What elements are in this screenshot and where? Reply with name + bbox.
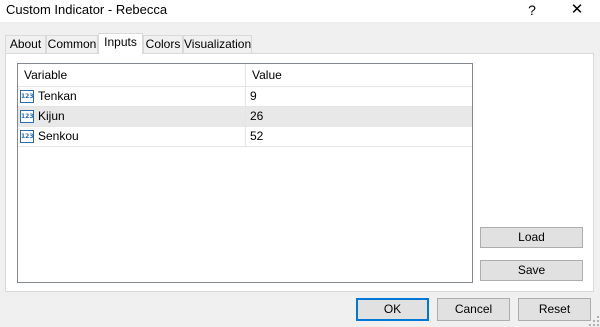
save-button[interactable]: Save [480, 260, 583, 281]
number-123-icon: 123 [20, 90, 34, 103]
cancel-button[interactable]: Cancel [437, 298, 510, 321]
table-row[interactable]: 123 Senkou 52 [18, 127, 472, 147]
ok-button[interactable]: OK [356, 298, 429, 321]
tab-common[interactable]: Common [46, 35, 98, 53]
variable-value[interactable]: 9 [250, 87, 257, 106]
title-bar: Custom Indicator - Rebecca ? ✕ [0, 0, 600, 22]
reset-button[interactable]: Reset [518, 298, 591, 321]
variable-value[interactable]: 52 [250, 127, 263, 146]
variable-name: Senkou [38, 129, 79, 143]
cell-divider [245, 107, 246, 126]
variable-name: Kijun [38, 109, 65, 123]
tab-colors[interactable]: Colors [143, 35, 183, 53]
inputs-panel: Variable Value 123 Tenkan 9 123 Kijun 26… [5, 53, 594, 292]
cell-divider [245, 127, 246, 146]
table-row[interactable]: 123 Tenkan 9 [18, 87, 472, 107]
close-button[interactable]: ✕ [565, 0, 589, 22]
load-button[interactable]: Load [480, 227, 583, 248]
table-header: Variable Value [18, 64, 472, 87]
resize-grip-icon[interactable] [589, 316, 599, 326]
cell-divider [245, 87, 246, 106]
help-button[interactable]: ? [520, 0, 544, 22]
tab-about[interactable]: About [5, 35, 46, 53]
window-title: Custom Indicator - Rebecca [6, 2, 168, 17]
variable-value[interactable]: 26 [250, 107, 263, 126]
tab-visualization[interactable]: Visualization [183, 35, 252, 53]
number-123-icon: 123 [20, 110, 34, 123]
variable-name: Tenkan [38, 89, 77, 103]
number-123-icon: 123 [20, 130, 34, 143]
inputs-table: Variable Value 123 Tenkan 9 123 Kijun 26… [17, 63, 473, 283]
column-header-value[interactable]: Value [246, 64, 472, 86]
tab-inputs[interactable]: Inputs [98, 33, 143, 54]
table-row[interactable]: 123 Kijun 26 [18, 107, 472, 127]
column-header-variable[interactable]: Variable [18, 64, 245, 86]
